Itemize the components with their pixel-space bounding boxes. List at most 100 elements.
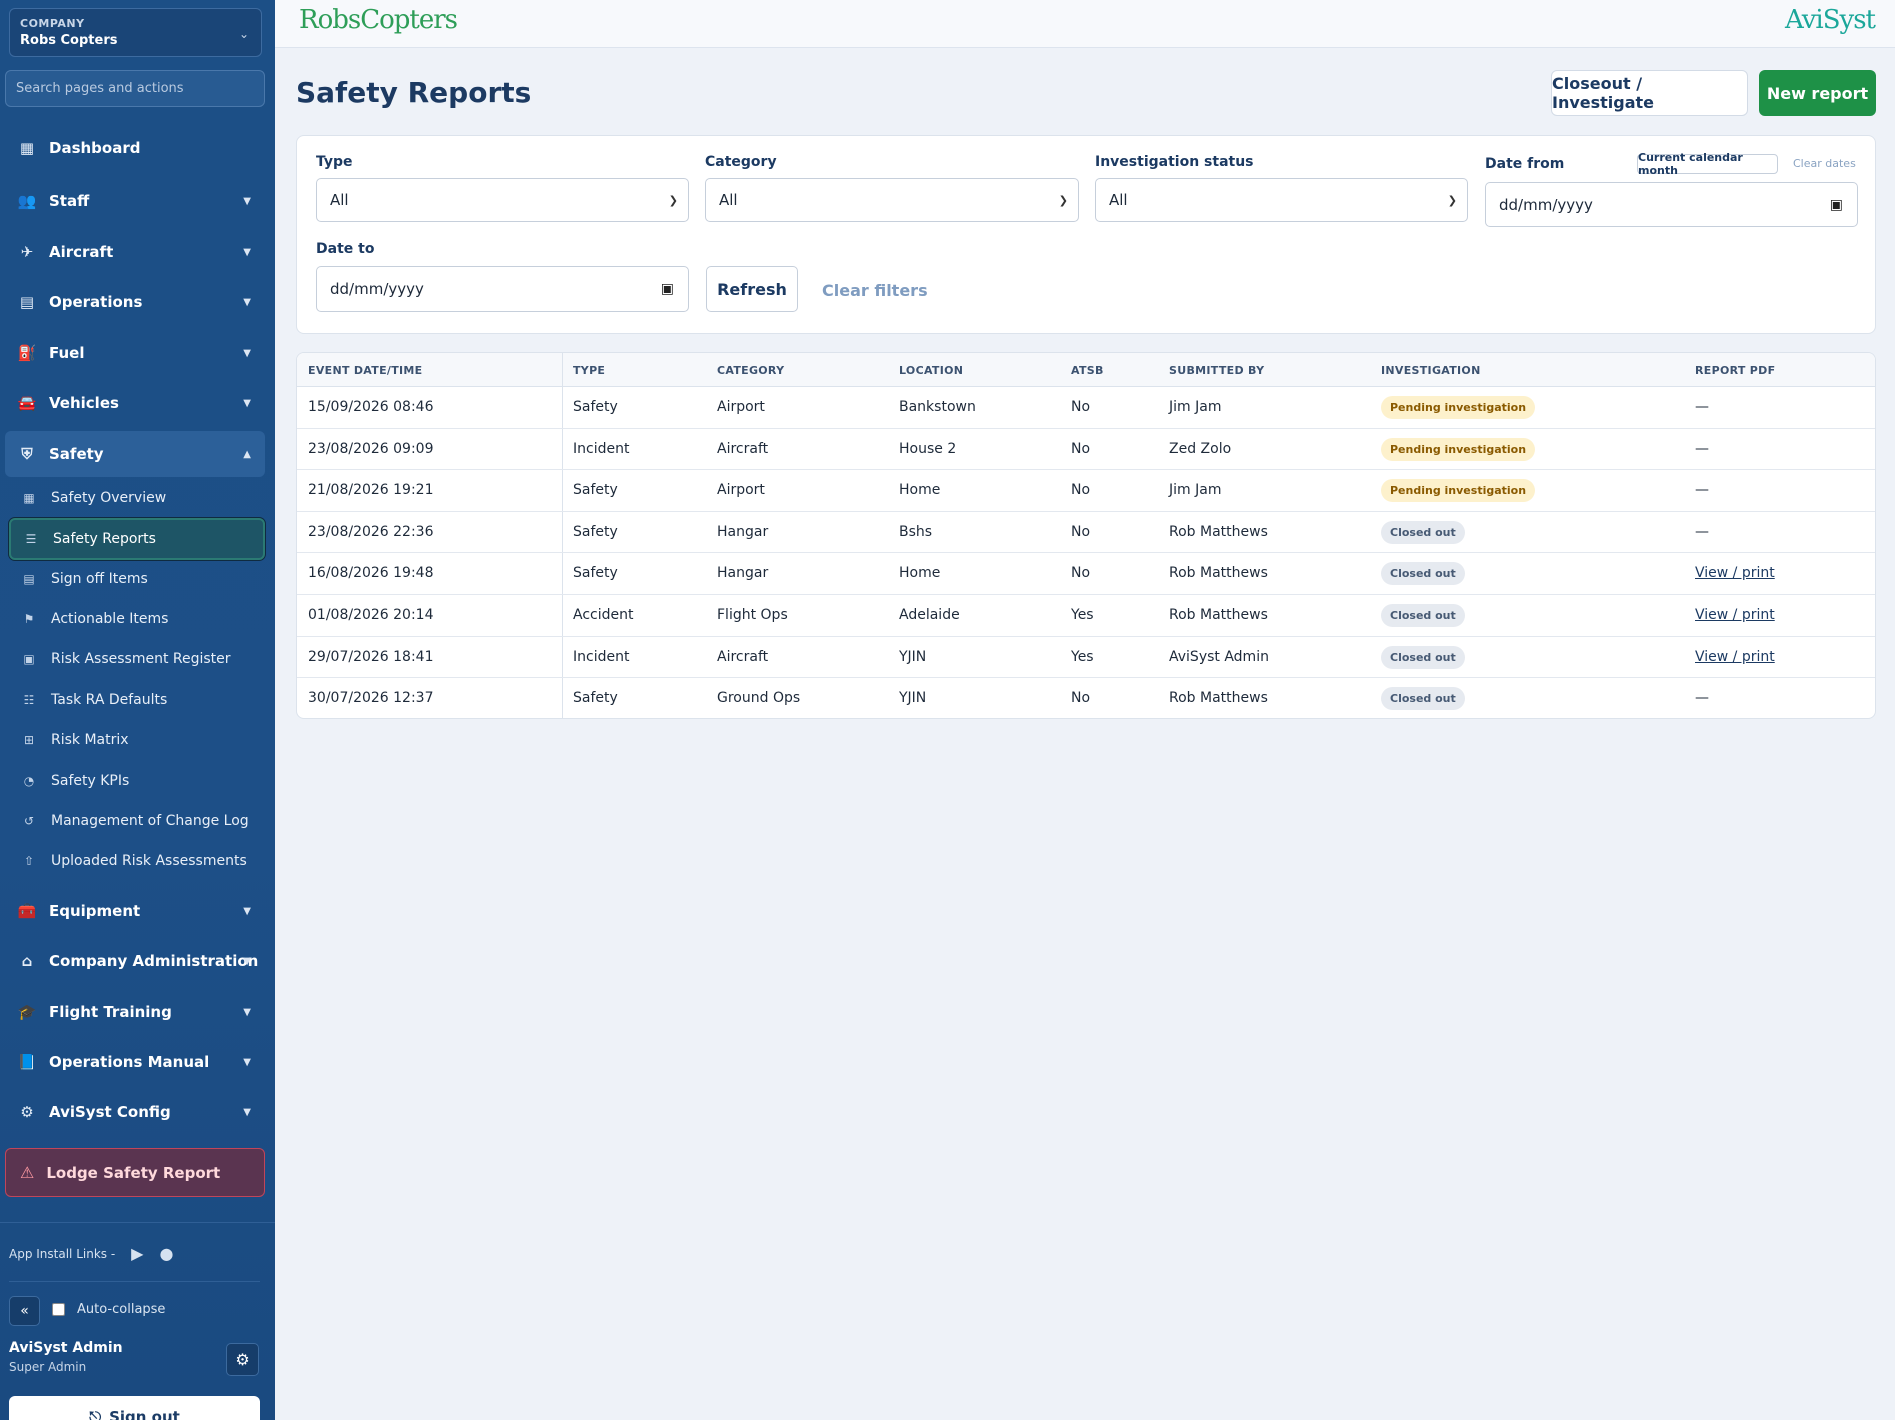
type-select[interactable]: All ❯ [316,178,689,222]
date-to-input[interactable]: dd/mm/yyyy ▣ [316,266,689,312]
calendar-icon[interactable]: ▣ [661,281,674,297]
table-row[interactable]: 15/09/2026 08:46 Safety Airport Bankstown No… [297,387,1875,429]
type-filter-label: Type [316,154,353,170]
cell-submitted-by: Rob Matthews [1169,523,1268,540]
col-header-atsb[interactable]: ATSB [1071,364,1104,377]
sidebar-item-uploaded-ra[interactable]: ⇧ Uploaded Risk Assessments [9,842,265,880]
sidebar-item-label: Safety Overview [51,490,167,506]
cell-location: YJIN [899,690,927,707]
sidebar-item-label: Management of Change Log [51,813,249,829]
cell-location: Bshs [899,523,933,540]
new-report-button[interactable]: New report [1759,70,1876,116]
nav-dashboard-label: Dashboard [49,139,141,157]
company-logo[interactable]: RobsCopters [299,5,458,35]
status-badge: Closed out [1381,604,1465,627]
sidebar-item-actionable[interactable]: ⚑ Actionable Items [9,600,265,638]
plane-icon: ✈ [20,243,34,261]
google-play-icon[interactable]: ▶ [131,1244,143,1263]
cell-event-date: 15/09/2026 08:46 [308,399,434,415]
apple-icon[interactable]: ● [159,1244,173,1263]
nav-operations[interactable]: ▤ Operations ▼ [5,280,265,324]
closeout-investigate-button[interactable]: Closeout / Investigate [1551,70,1748,116]
sidebar-item-safety-overview[interactable]: ▦ Safety Overview [9,479,265,517]
table-row[interactable]: 30/07/2026 12:37 Safety Ground Ops YJIN No Ro… [297,678,1875,718]
user-settings-button[interactable]: ⚙ [226,1343,259,1376]
status-badge: Closed out [1381,687,1465,711]
sidebar-item-safety-kpis[interactable]: ◔ Safety KPIs [9,762,265,800]
cell-type: Safety [573,690,618,707]
date-from-label: Date from [1485,156,1565,172]
upload-icon: ⇧ [23,854,35,868]
cell-category: Flight Ops [717,607,788,623]
table-row[interactable]: 23/08/2026 09:09 Incident Aircraft House 2 N… [297,429,1875,471]
sidebar-item-risk-matrix[interactable]: ⊞ Risk Matrix [9,721,265,759]
nav-vehicles[interactable]: 🚘 Vehicles ▼ [5,381,265,425]
page-title: Safety Reports [296,76,532,109]
sign-out-button[interactable]: ⎋ Sign out [9,1396,260,1420]
col-header-report-pdf[interactable]: REPORT PDF [1695,364,1775,377]
cell-report-pdf: — [1695,399,1709,415]
nav-aircraft[interactable]: ✈ Aircraft ▼ [5,230,265,274]
nav-equipment[interactable]: 🧰 Equipment ▼ [5,889,265,933]
table-row[interactable]: 29/07/2026 18:41 Incident Aircraft YJIN Yes A… [297,637,1875,679]
sidebar-item-risk-register[interactable]: ▣ Risk Assessment Register [9,640,265,678]
nav-company-admin[interactable]: ⌂ Company Administration ▼ [5,939,265,983]
view-print-link[interactable]: View / print [1695,607,1775,623]
col-header-submitted-by[interactable]: SUBMITTED BY [1169,364,1264,377]
clear-dates-link[interactable]: Clear dates [1793,157,1856,170]
date-from-input[interactable]: dd/mm/yyyy ▣ [1485,182,1858,227]
cell-category: Aircraft [717,440,769,457]
category-select[interactable]: All ❯ [705,178,1079,222]
app-install-links: App Install Links - ▶ ● [9,1244,173,1263]
nav-safety[interactable]: ⛨ Safety ▲ [5,431,265,477]
cell-category: Airport [717,482,765,499]
nav-company-admin-label: Company Administration [49,952,259,970]
col-header-type[interactable]: TYPE [573,364,605,377]
sidebar-item-change-log[interactable]: ↺ Management of Change Log [9,802,265,840]
col-header-category[interactable]: CATEGORY [717,364,784,377]
col-header-event-date[interactable]: EVENT DATE/TIME [308,364,422,377]
sidebar-item-sign-off[interactable]: ▤ Sign off Items [9,560,265,598]
nav-flight-training[interactable]: 🎓 Flight Training ▼ [5,990,265,1034]
reports-table: EVENT DATE/TIME TYPE CATEGORY LOCATION A… [296,352,1876,719]
col-header-location[interactable]: LOCATION [899,364,963,377]
col-header-investigation[interactable]: INVESTIGATION [1381,364,1481,377]
sidebar-item-label: Safety Reports [53,531,156,547]
company-switcher[interactable]: COMPANY Robs Copters ⌄ [9,8,262,57]
cell-atsb: No [1071,690,1091,707]
current-month-button[interactable]: Current calendar month [1637,151,1778,177]
auto-collapse-checkbox[interactable] [52,1303,65,1316]
table-row[interactable]: 23/08/2026 22:36 Safety Hangar Bshs No Rob Ma… [297,512,1875,554]
sidebar-item-task-ra[interactable]: ☷ Task RA Defaults [9,681,265,719]
nav-staff-label: Staff [49,192,90,210]
clear-filters-link[interactable]: Clear filters [822,281,928,300]
refresh-button[interactable]: Refresh [706,266,798,312]
table-row[interactable]: 16/08/2026 19:48 Safety Hangar Home No Rob Ma… [297,553,1875,595]
user-info: AviSyst Admin Super Admin [9,1340,123,1374]
history-icon: ↺ [23,814,35,828]
clipboard-icon: ▤ [19,293,35,311]
search-input[interactable] [5,70,265,107]
auto-collapse-toggle[interactable]: Auto-collapse [52,1302,165,1317]
nav-staff[interactable]: 👥 Staff ▼ [5,179,265,223]
caret-down-icon: ▼ [243,1006,251,1018]
avisyst-logo[interactable]: AviSyst [1785,5,1876,35]
lodge-safety-report-button[interactable]: ⚠ Lodge Safety Report [5,1148,265,1197]
view-print-link[interactable]: View / print [1695,649,1775,665]
nav-fuel[interactable]: ⛽ Fuel ▼ [5,331,265,375]
cell-atsb: Yes [1071,648,1094,665]
nav-ops-manual[interactable]: 📘 Operations Manual ▼ [5,1040,265,1084]
calendar-icon[interactable]: ▣ [1830,197,1843,213]
sign-out-icon: ⎋ [89,1408,102,1420]
nav-avisyst-config[interactable]: ⚙ AviSyst Config ▼ [5,1090,265,1134]
date-to-label: Date to [316,241,375,257]
cell-category: Ground Ops [717,690,801,707]
table-row[interactable]: 21/08/2026 19:21 Safety Airport Home No Jim J… [297,470,1875,512]
nav-dashboard[interactable]: ▦ Dashboard [5,126,265,170]
investigation-status-select[interactable]: All ❯ [1095,178,1468,222]
type-select-value: All [330,191,349,209]
view-print-link[interactable]: View / print [1695,565,1775,581]
collapse-sidebar-button[interactable]: « [9,1296,40,1326]
sidebar-item-safety-reports[interactable]: ☰ Safety Reports [9,518,265,560]
table-row[interactable]: 01/08/2026 20:14 Accident Flight Ops Adelai… [297,595,1875,637]
